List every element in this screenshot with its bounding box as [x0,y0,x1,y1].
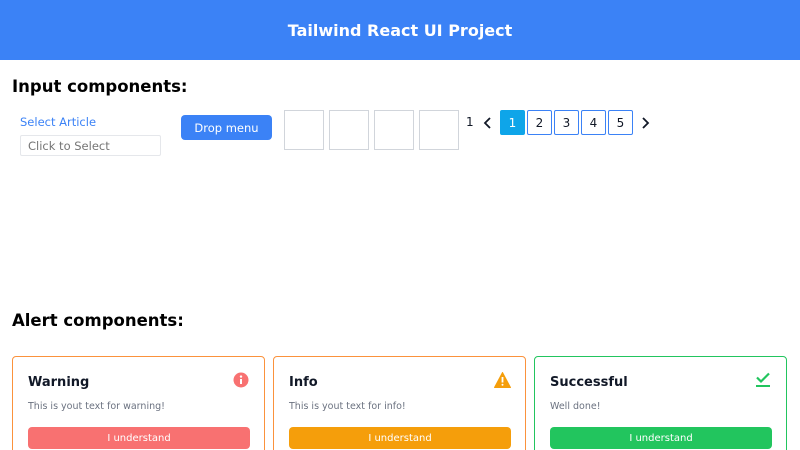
alert-title: Info [289,375,318,390]
input-section-title: Input components: [12,77,188,96]
understand-button[interactable]: I understand [289,427,511,449]
alert-title: Warning [28,375,90,390]
selectable-box[interactable] [329,110,369,150]
chevron-left-icon[interactable] [478,110,498,135]
app-header: Tailwind React UI Project [0,0,800,60]
page-button[interactable]: 3 [554,110,579,135]
page-button[interactable]: 2 [527,110,552,135]
understand-button[interactable]: I understand [28,427,250,449]
app-title: Tailwind React UI Project [287,20,513,40]
info-icon [232,371,250,389]
alert-text: Well done! [550,401,601,412]
page-button[interactable]: 4 [581,110,606,135]
alert-section-title: Alert components: [12,311,184,330]
page-button[interactable]: 1 [500,110,525,135]
select-article-input[interactable] [20,135,161,156]
chevron-right-icon[interactable] [635,110,655,135]
understand-button[interactable]: I understand [550,427,772,449]
select-article-label: Select Article [20,115,97,129]
warning-triangle-icon [493,371,511,389]
selectable-box[interactable] [419,110,459,150]
alert-card-info: Info This is yout text for info! I under… [273,356,526,450]
check-icon [754,371,772,389]
page-button[interactable]: 5 [608,110,633,135]
alert-text: This is yout text for warning! [28,401,165,412]
alert-card-warning: Warning This is yout text for warning! I… [12,356,265,450]
box-group [284,110,459,150]
selectable-box[interactable] [284,110,324,150]
alert-title: Successful [550,375,628,390]
pagination: 1 2 3 4 5 [478,110,655,135]
box-count: 1 [466,115,474,129]
drop-menu-button[interactable]: Drop menu [181,115,272,140]
alert-card-success: Successful Well done! I understand [534,356,787,450]
selectable-box[interactable] [374,110,414,150]
alert-text: This is yout text for info! [289,401,406,412]
